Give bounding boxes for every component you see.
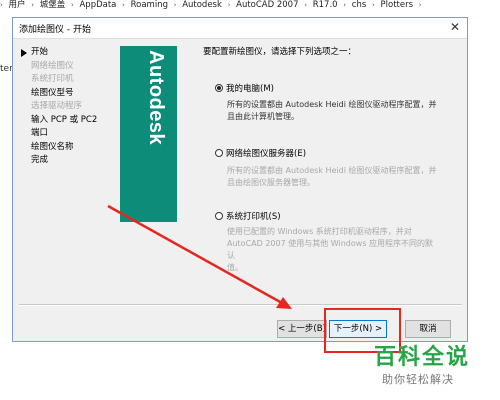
chevron-right-icon: › [0, 1, 3, 9]
option-description: 所有的设置都由 Autodesk Heidi 绘图仪驱动程序配置，并 且由绘图仪… [227, 165, 439, 189]
breadcrumb-item[interactable]: Roaming [131, 0, 168, 10]
back-button[interactable]: < 上一步(B) [277, 320, 327, 338]
breadcrumb-item[interactable]: 用户 [9, 0, 26, 10]
dialog-titlebar[interactable]: 添加绘图仪 - 开始 ✕ [13, 18, 467, 39]
option-label: 网络绘图仪服务器(E) [226, 149, 307, 159]
description-line: 值。 [227, 263, 243, 272]
wizard-step-plotter-model: 绘图仪型号 [31, 87, 74, 98]
description-line: AutoCAD 2007 使用与其他 Windows 应用程序不同的默认 [227, 239, 434, 260]
option-description: 使用已配置的 Windows 系统打印机驱动程序，并对 AutoCAD 2007… [227, 226, 439, 274]
add-plotter-dialog: 添加绘图仪 - 开始 ✕ 开始 网络绘图仪 系统打印机 绘图仪型号 选择驱动程序… [12, 17, 468, 342]
watermark-tagline: 助你轻松解决 [382, 373, 454, 386]
option-label: 系统打印机(S) [226, 212, 281, 222]
breadcrumb-item[interactable]: AutoCAD 2007 [236, 0, 298, 10]
breadcrumb-item[interactable]: R17.0 [313, 0, 338, 10]
radio-unchecked-icon[interactable] [215, 149, 223, 157]
chevron-right-icon: › [173, 1, 177, 9]
chevron-right-icon: › [227, 1, 231, 9]
chevron-right-icon: › [343, 1, 347, 9]
dialog-divider [19, 304, 462, 306]
wizard-prompt: 要配置新绘图仪，请选择下列选项之一： [203, 47, 357, 57]
autodesk-logo: Autodesk [145, 50, 167, 146]
dialog-title: 添加绘图仪 - 开始 [19, 25, 91, 35]
cancel-button[interactable]: 取消 [405, 320, 451, 338]
wizard-step-start: 开始 [19, 46, 119, 60]
radio-unchecked-icon[interactable] [215, 212, 223, 220]
close-icon[interactable]: ✕ [447, 19, 463, 35]
description-line: 且由此计算机管理。 [227, 112, 299, 121]
autodesk-brand-panel: Autodesk [120, 46, 177, 222]
description-line: 所有的设置都由 Autodesk Heidi 绘图仪驱动程序配置，并 [227, 100, 437, 109]
breadcrumb-item[interactable]: Plotters [381, 0, 414, 10]
radio-checked-icon[interactable] [215, 84, 223, 92]
description-line: 所有的设置都由 Autodesk Heidi 绘图仪驱动程序配置，并 [227, 166, 437, 175]
breadcrumb-item[interactable]: Autodesk [182, 0, 222, 10]
option-label: 我的电脑(M) [226, 84, 274, 94]
option-my-computer[interactable]: 我的电脑(M) [215, 82, 274, 94]
wizard-step-plotter-name: 绘图仪名称 [31, 141, 74, 152]
wizard-step-ports: 端口 [31, 128, 49, 138]
wizard-step-import-pcp: 输入 PCP 或 PC2 [31, 114, 98, 125]
wizard-steps: 开始 网络绘图仪 系统打印机 绘图仪型号 选择驱动程序 输入 PCP 或 PC2… [19, 46, 119, 168]
chevron-right-icon: › [31, 1, 35, 9]
breadcrumb-item[interactable]: AppData [79, 0, 116, 10]
chevron-right-icon: › [371, 1, 375, 9]
wizard-step-select-driver: 选择驱动程序 [31, 101, 83, 111]
option-system-printer[interactable]: 系统打印机(S) [215, 210, 281, 222]
breadcrumb-item[interactable]: chs [352, 0, 367, 10]
wizard-step-system-printer: 系统打印机 [31, 74, 74, 84]
wizard-step-network-plotter: 网络绘图仪 [31, 60, 74, 71]
description-line: 使用已配置的 Windows 系统打印机驱动程序，并对 [227, 227, 412, 236]
chevron-right-icon: › [122, 1, 125, 9]
watermark-logo: 百科全说 [374, 345, 471, 370]
breadcrumb: › 用户 › 城堡盖 › AppData › Roaming › Autodes… [0, 0, 500, 14]
breadcrumb-item[interactable]: 城堡盖 [40, 0, 66, 10]
wizard-step-finish: 完成 [31, 155, 49, 165]
option-network-plotter-server[interactable]: 网络绘图仪服务器(E) [215, 147, 306, 159]
option-description: 所有的设置都由 Autodesk Heidi 绘图仪驱动程序配置，并 且由此计算… [227, 99, 439, 123]
chevron-right-icon: › [70, 1, 74, 9]
chevron-right-icon: › [304, 1, 308, 9]
description-line: 且由绘图仪服务器管理。 [227, 178, 315, 187]
chevron-right-icon: › [418, 1, 422, 9]
